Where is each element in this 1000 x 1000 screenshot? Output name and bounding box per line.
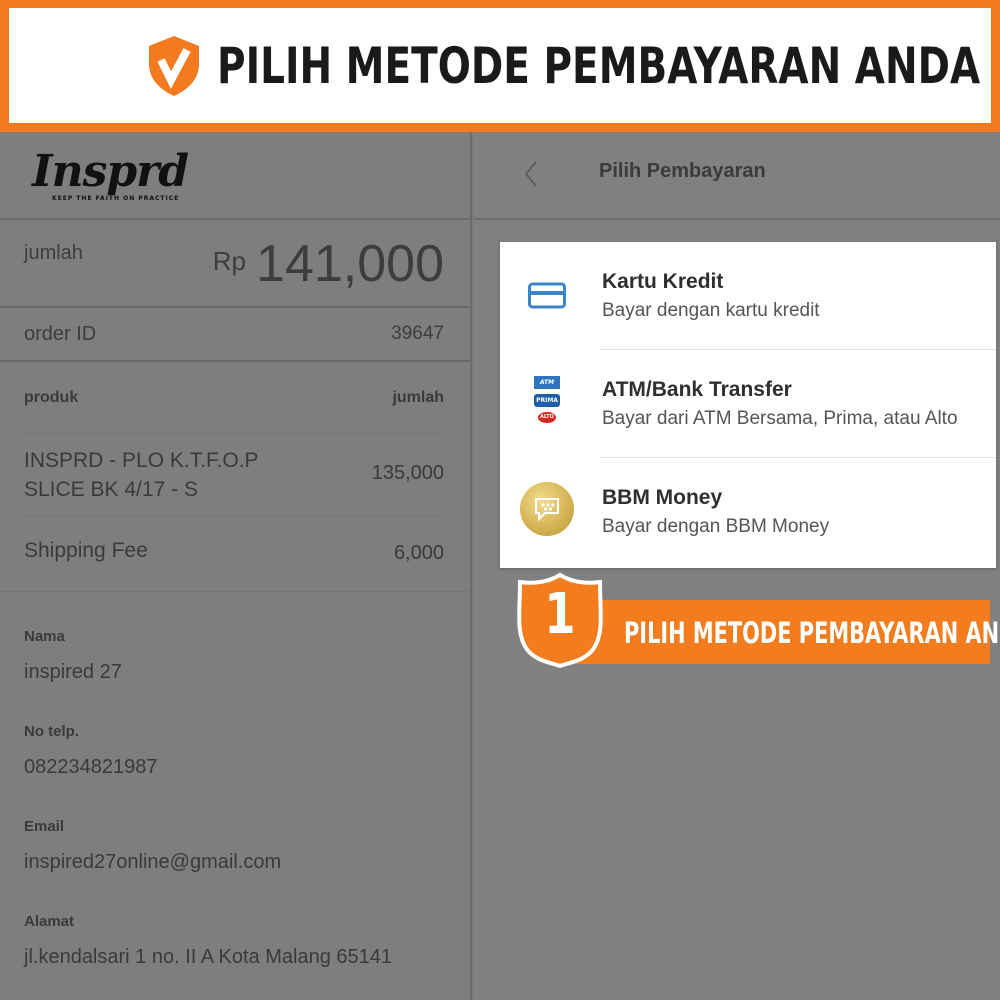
customer-name-label: Nama <box>24 628 65 645</box>
item-name: Shipping Fee <box>24 539 148 562</box>
order-summary-panel: Insprd KEEP THE FAITH ON PRACTICE jumlah… <box>0 132 472 1000</box>
customer-address-label: Alamat <box>24 913 75 930</box>
check-shield-icon <box>149 35 199 96</box>
customer-address-block: Alamat jl.kendalsari 1 no. II A Kota Mal… <box>24 879 470 974</box>
header-amount: jumlah <box>392 388 444 406</box>
customer-info: Nama inspired 27 No telp. 082234821987 E… <box>0 592 470 974</box>
payment-method-bbm-money[interactable]: BBM Money Bayar dengan BBM Money <box>500 458 996 566</box>
method-description: Bayar dari ATM Bersama, Prima, atau Alto <box>602 408 958 429</box>
table-row: INSPRD - PLO K.T.F.O.P SLICE BK 4/17 - S… <box>24 434 444 516</box>
payment-method-credit-card[interactable]: Kartu Kredit Bayar dengan kartu kredit <box>500 242 996 350</box>
order-id-row: order ID 39647 <box>0 308 470 362</box>
payment-panel: Pilih Pembayaran Kartu Kredit Bayar deng… <box>474 132 1000 1000</box>
chat-bubble-icon <box>535 498 559 522</box>
customer-email-block: Email inspired27online@gmail.com <box>24 784 470 879</box>
amount-value: 141,000 <box>256 235 444 293</box>
payment-header-title: Pilih Pembayaran <box>599 160 766 182</box>
items-table-header: produk jumlah <box>24 362 444 434</box>
amount-currency: Rp <box>212 246 246 276</box>
header-product: produk <box>24 388 79 406</box>
store-logo-tagline: KEEP THE FAITH ON PRACTICE <box>52 195 180 202</box>
method-title: ATM/Bank Transfer <box>602 378 792 401</box>
customer-name-block: Nama inspired 27 <box>24 592 470 689</box>
payment-header: Pilih Pembayaran <box>474 132 1000 220</box>
item-name: INSPRD - PLO K.T.F.O.P SLICE BK 4/17 - S <box>24 449 259 501</box>
customer-email-label: Email <box>24 818 65 835</box>
order-id-value: 39647 <box>391 323 444 344</box>
payment-methods-list: Kartu Kredit Bayar dengan kartu kredit A… <box>500 242 996 568</box>
item-price: 6,000 <box>393 542 444 564</box>
amount-row: jumlah Rp 141,000 <box>0 220 470 308</box>
method-title: Kartu Kredit <box>602 270 724 293</box>
method-description: Bayar dengan BBM Money <box>602 516 830 537</box>
step-number: 1 <box>544 582 576 647</box>
amount-label: jumlah <box>24 242 83 264</box>
alto-logo: ALTO <box>538 412 556 423</box>
customer-address-value: jl.kendalsari 1 no. II A Kota Malang 651… <box>24 946 393 968</box>
table-row: Shipping Fee 6,000 <box>24 516 444 592</box>
customer-phone-block: No telp. 082234821987 <box>24 689 470 784</box>
back-chevron-icon[interactable] <box>520 156 540 192</box>
callout-text: PILIH METODE PEMBAYARAN ANDA <box>624 616 1000 650</box>
atm-bersama-logo: ATM <box>534 376 560 389</box>
customer-phone-label: No telp. <box>24 723 79 740</box>
customer-name-value: inspired 27 <box>24 661 122 683</box>
logo-row: Insprd KEEP THE FAITH ON PRACTICE <box>0 132 470 220</box>
method-description: Bayar dengan kartu kredit <box>602 300 820 321</box>
order-id-label: order ID <box>24 323 97 345</box>
customer-email-value: inspired27online@gmail.com <box>24 851 282 873</box>
top-banner: PILIH METODE PEMBAYARAN ANDA <box>0 0 1000 132</box>
store-logo: Insprd <box>32 146 189 197</box>
step-callout: PILIH METODE PEMBAYARAN ANDA 1 <box>514 572 1000 668</box>
bbm-icon <box>520 482 574 536</box>
item-price: 135,000 <box>371 462 444 484</box>
method-title: BBM Money <box>602 486 723 509</box>
items-table: produk jumlah INSPRD - PLO K.T.F.O.P SLI… <box>0 362 470 592</box>
customer-phone-value: 082234821987 <box>24 756 158 778</box>
prima-logo: PRIMA <box>534 394 560 407</box>
banner-title: PILIH METODE PEMBAYARAN ANDA <box>217 36 981 95</box>
credit-card-icon <box>528 282 566 309</box>
payment-method-bank-transfer[interactable]: ATM PRIMA ALTO ATM/Bank Transfer Bayar d… <box>500 350 996 458</box>
